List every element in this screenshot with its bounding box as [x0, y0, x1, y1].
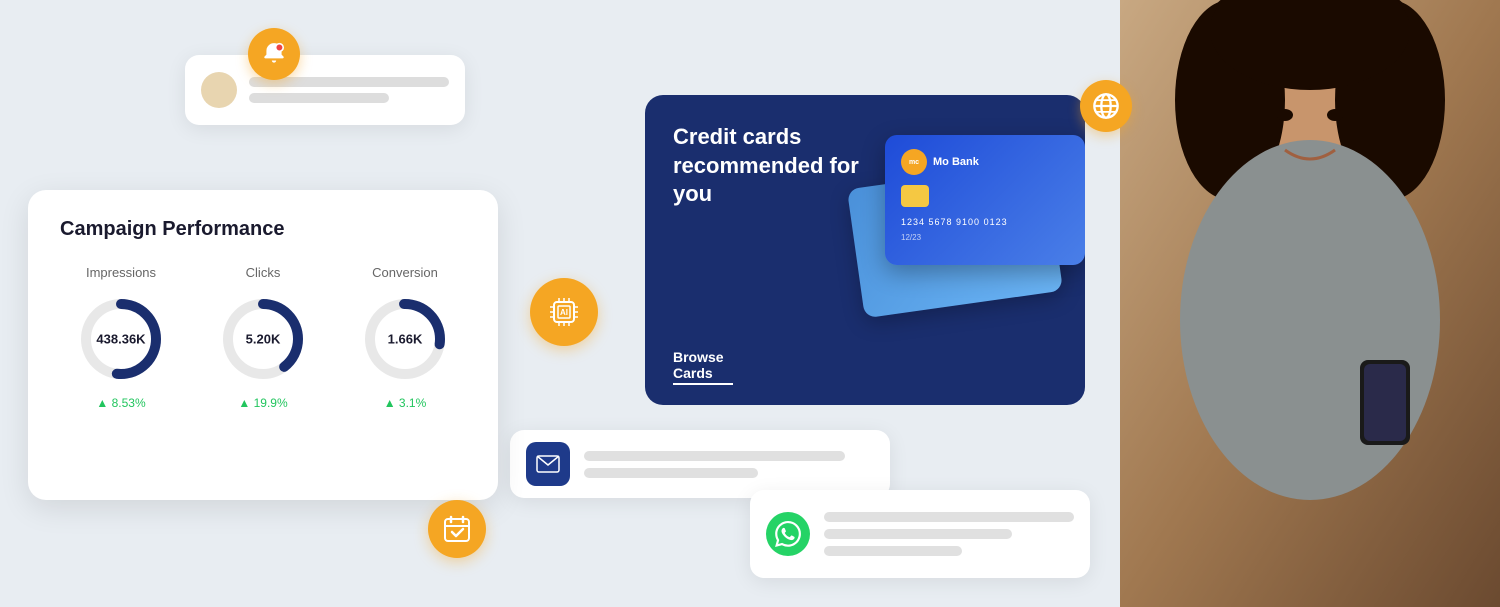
wa-line-3	[824, 546, 962, 556]
impressions-label: Impressions	[86, 265, 156, 280]
clicks-label: Clicks	[246, 265, 281, 280]
notif-line-2	[249, 93, 389, 103]
bell-icon	[248, 28, 300, 80]
card-expiry: 12/23	[901, 233, 1069, 242]
metric-clicks: Clicks 5.20K 19.9%	[202, 265, 324, 410]
bank-card-front: mc Mo Bank 1234 5678 9100 0123 12/23	[885, 135, 1085, 265]
metrics-row: Impressions 438.36K 8.53% Clicks	[60, 265, 466, 410]
impressions-donut: 438.36K	[76, 294, 166, 384]
impressions-change: 8.53%	[96, 396, 145, 410]
clicks-value: 5.20K	[246, 332, 281, 347]
clicks-change: 19.9%	[238, 396, 287, 410]
wa-line-2	[824, 529, 1012, 539]
globe-icon	[1080, 80, 1132, 132]
credit-card-panel: Credit cards recommended for you mc Mo B…	[645, 95, 1085, 405]
notif-lines	[249, 77, 449, 103]
notification-card	[185, 55, 465, 125]
conversion-change: 3.1%	[384, 396, 427, 410]
metric-conversion: Conversion 1.66K 3.1%	[344, 265, 466, 410]
email-line-2	[584, 468, 758, 478]
card-header: mc Mo Bank	[901, 149, 1069, 175]
impressions-value: 438.36K	[96, 332, 145, 347]
card-logo: mc	[901, 149, 927, 175]
whatsapp-icon	[766, 512, 810, 556]
conversion-value: 1.66K	[388, 332, 423, 347]
cards-label: Cards	[673, 365, 733, 381]
email-line-1	[584, 451, 845, 461]
email-icon	[526, 442, 570, 486]
browse-cards[interactable]: Browse Cards	[673, 349, 733, 385]
email-card	[510, 430, 890, 498]
browse-label: Browse	[673, 349, 733, 365]
card-chip	[901, 185, 929, 207]
main-scene: Campaign Performance Impressions 438.36K…	[0, 0, 1500, 607]
metric-impressions: Impressions 438.36K 8.53%	[60, 265, 182, 410]
campaign-card: Campaign Performance Impressions 438.36K…	[28, 190, 498, 500]
woman-figure	[1120, 0, 1500, 607]
cards-visual: mc Mo Bank 1234 5678 9100 0123 12/23	[835, 115, 1085, 355]
ai-icon: AI	[530, 278, 598, 346]
wa-line-1	[824, 512, 1074, 522]
whatsapp-lines	[824, 512, 1074, 556]
svg-text:AI: AI	[560, 308, 568, 317]
whatsapp-card	[750, 490, 1090, 578]
browse-underline	[673, 383, 733, 385]
campaign-title: Campaign Performance	[60, 218, 466, 241]
conversion-label: Conversion	[372, 265, 438, 280]
notif-avatar	[201, 72, 237, 108]
clicks-donut: 5.20K	[218, 294, 308, 384]
email-lines	[584, 451, 874, 478]
card-number: 1234 5678 9100 0123	[901, 217, 1069, 227]
bank-name: Mo Bank	[933, 156, 979, 168]
conversion-donut: 1.66K	[360, 294, 450, 384]
calendar-icon	[428, 500, 486, 558]
